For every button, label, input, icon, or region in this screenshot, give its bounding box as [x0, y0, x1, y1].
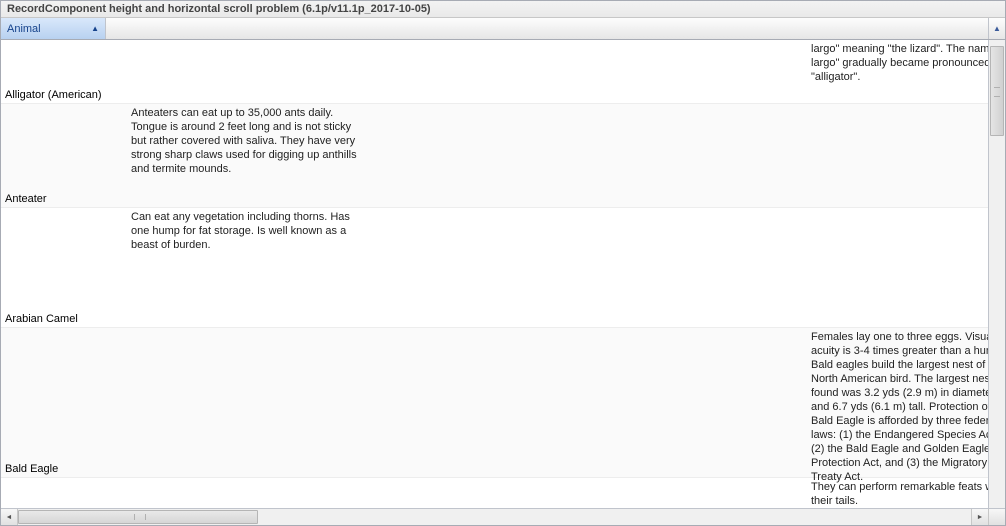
grid-body-viewport[interactable]: Alligator (American) largo" meaning "the …	[1, 40, 988, 508]
table-row[interactable]: They can perform remarkable feats with t…	[1, 478, 988, 508]
scroll-right-button[interactable]: ►	[971, 509, 988, 525]
window-title: RecordComponent height and horizontal sc…	[1, 1, 1005, 18]
animal-cell: Bald Eagle	[5, 463, 58, 475]
description-cell: Females lay one to three eggs. Visual ac…	[811, 330, 988, 484]
animal-cell: Alligator (American)	[5, 89, 102, 101]
table-row[interactable]: Bald EagleFemales lay one to three eggs.…	[1, 328, 988, 478]
grid: Animal ▲ ▲ Alligator (American) largo" me…	[1, 18, 1005, 525]
grid-header-row: Animal ▲ ▲	[1, 18, 1005, 40]
horizontal-scrollbar[interactable]: ◄ ►	[1, 508, 1005, 525]
grid-body: Alligator (American) largo" meaning "the …	[1, 40, 1005, 508]
scroll-left-button[interactable]: ◄	[1, 509, 18, 525]
table-row[interactable]: Alligator (American) largo" meaning "the …	[1, 40, 988, 104]
vertical-scrollbar[interactable]	[988, 40, 1005, 508]
sort-asc-icon: ▲	[91, 24, 99, 33]
description-cell: largo" meaning "the lizard". The name la…	[811, 42, 988, 84]
table-row[interactable]: Arabian Camel Can eat any vegetation incl…	[1, 208, 988, 328]
animal-cell: Arabian Camel	[5, 313, 78, 325]
chevron-left-icon: ◄	[6, 514, 13, 521]
grid-body-inner: Alligator (American) largo" meaning "the …	[1, 40, 988, 508]
horizontal-scrollbar-track[interactable]	[18, 509, 971, 525]
description-cell: Can eat any vegetation including thorns.…	[131, 210, 361, 252]
chevron-right-icon: ►	[977, 514, 984, 521]
window: RecordComponent height and horizontal sc…	[0, 0, 1006, 526]
scrollbar-corner	[988, 509, 1005, 525]
vertical-scrollbar-thumb[interactable]	[990, 46, 1004, 136]
table-row[interactable]: Anteater Anteaters can eat up to 35,000 a…	[1, 104, 988, 208]
column-header-spacer	[106, 18, 988, 39]
description-cell: Anteaters can eat up to 35,000 ants dail…	[131, 106, 361, 176]
scroll-up-button[interactable]: ▲	[988, 18, 1005, 39]
column-header-animal[interactable]: Animal ▲	[1, 18, 106, 39]
column-header-label: Animal	[7, 23, 41, 35]
animal-cell: Anteater	[5, 193, 47, 205]
vertical-scrollbar-track[interactable]	[989, 40, 1005, 508]
horizontal-scrollbar-thumb[interactable]	[18, 510, 258, 524]
description-cell: They can perform remarkable feats with t…	[811, 480, 988, 508]
chevron-up-icon: ▲	[993, 24, 1001, 33]
